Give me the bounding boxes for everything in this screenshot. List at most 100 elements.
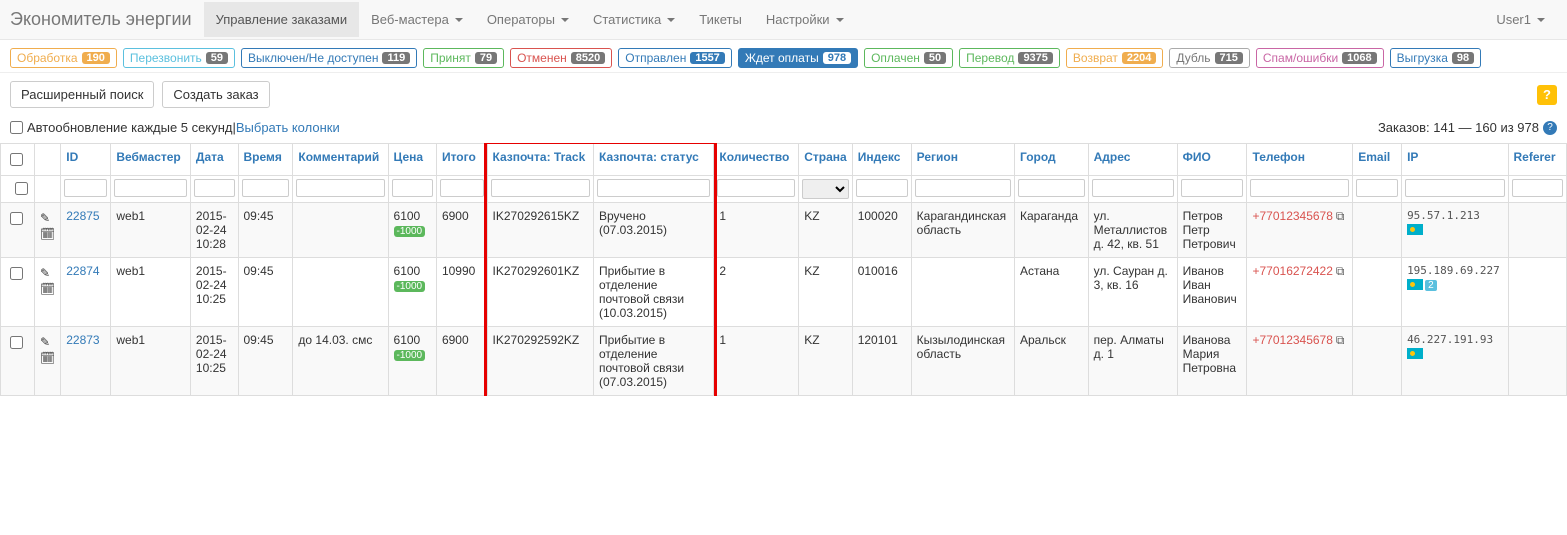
status-pill[interactable]: Принят79 bbox=[423, 48, 504, 68]
filter-input[interactable] bbox=[114, 179, 187, 197]
filter-input[interactable] bbox=[1092, 179, 1174, 197]
copy-icon[interactable]: ⧉ bbox=[1336, 209, 1345, 223]
filter-input[interactable] bbox=[1405, 179, 1504, 197]
column-header[interactable]: Страна bbox=[799, 144, 852, 176]
status-bar: Обработка190 Перезвонить59 Выключен/Не дос… bbox=[0, 40, 1567, 73]
cell-index: 100020 bbox=[852, 203, 911, 258]
header-checkbox[interactable] bbox=[8, 182, 35, 195]
status-pill-count: 978 bbox=[823, 52, 851, 64]
filter-input[interactable] bbox=[915, 179, 1011, 197]
choose-columns-link[interactable]: Выбрать колонки bbox=[236, 120, 340, 135]
status-pill[interactable]: Оплачен50 bbox=[864, 48, 953, 68]
column-header[interactable]: ФИО bbox=[1177, 144, 1247, 176]
edit-icon[interactable]: ✎ bbox=[40, 211, 55, 225]
status-pill[interactable]: Выгрузка98 bbox=[1390, 48, 1481, 68]
filter-input[interactable] bbox=[1181, 179, 1244, 197]
nav-item-label: Настройки bbox=[766, 12, 830, 27]
nav-item[interactable]: Статистика bbox=[581, 2, 687, 37]
nav-item[interactable]: Тикеты bbox=[687, 2, 754, 37]
nav-item[interactable]: Операторы bbox=[475, 2, 581, 37]
flag-icon bbox=[1407, 224, 1423, 235]
order-id-link[interactable]: 22873 bbox=[66, 333, 99, 347]
edit-icon[interactable]: ✎ bbox=[40, 266, 55, 280]
status-pill-count: 8520 bbox=[571, 52, 605, 64]
filter-input[interactable] bbox=[296, 179, 384, 197]
copy-icon[interactable]: ⧉ bbox=[1336, 333, 1345, 347]
status-pill[interactable]: Выключен/Не доступен119 bbox=[241, 48, 417, 68]
column-header[interactable]: Дата bbox=[190, 144, 238, 176]
filter-input[interactable] bbox=[1018, 179, 1085, 197]
filter-input[interactable] bbox=[194, 179, 235, 197]
phone-link[interactable]: +77016272422 bbox=[1252, 264, 1332, 278]
edit-icon[interactable]: ✎ bbox=[40, 335, 55, 349]
filter-input[interactable] bbox=[491, 179, 590, 197]
autorefresh-checkbox[interactable] bbox=[10, 121, 23, 134]
filter-input[interactable] bbox=[64, 179, 107, 197]
filter-input[interactable] bbox=[1250, 179, 1349, 197]
order-id-link[interactable]: 22874 bbox=[66, 264, 99, 278]
row-checkbox[interactable] bbox=[10, 212, 23, 225]
info-icon[interactable]: ? bbox=[1543, 121, 1557, 135]
column-header[interactable]: Referer bbox=[1508, 144, 1567, 176]
status-pill[interactable]: Перезвонить59 bbox=[123, 48, 235, 68]
order-id-link[interactable]: 22875 bbox=[66, 209, 99, 223]
select-all-checkbox[interactable] bbox=[10, 153, 23, 166]
status-pill[interactable]: Отменен8520 bbox=[510, 48, 612, 68]
status-pill[interactable]: Отправлен1557 bbox=[618, 48, 732, 68]
calendar-icon[interactable]: 🗓 bbox=[40, 282, 55, 296]
column-header[interactable]: Вебмастер bbox=[111, 144, 191, 176]
status-pill-label: Ждет оплаты bbox=[745, 51, 819, 65]
column-header[interactable]: Итого bbox=[436, 144, 487, 176]
filter-input[interactable] bbox=[597, 179, 710, 197]
cell-region: Кызылодинская область bbox=[911, 327, 1014, 396]
column-header[interactable]: Время bbox=[238, 144, 293, 176]
calendar-icon[interactable]: 🗓 bbox=[40, 227, 55, 241]
discount-badge: -1000 bbox=[394, 281, 426, 292]
column-header[interactable]: Индекс bbox=[852, 144, 911, 176]
column-header[interactable]: Цена bbox=[388, 144, 436, 176]
calendar-icon[interactable]: 🗓 bbox=[40, 351, 55, 365]
nav-item[interactable]: Управление заказами bbox=[204, 2, 360, 37]
filter-input[interactable] bbox=[1356, 179, 1398, 197]
column-header[interactable]: Телефон bbox=[1247, 144, 1353, 176]
phone-link[interactable]: +77012345678 bbox=[1252, 333, 1332, 347]
filter-country-select[interactable] bbox=[802, 179, 848, 199]
nav-item[interactable]: Веб-мастера bbox=[359, 2, 475, 37]
ip-text: 195.189.69.227 bbox=[1407, 264, 1502, 277]
filter-input[interactable] bbox=[242, 179, 290, 197]
status-pill[interactable]: Дубль715 bbox=[1169, 48, 1249, 68]
column-header[interactable]: Комментарий bbox=[293, 144, 388, 176]
status-pill-label: Оплачен bbox=[871, 51, 920, 65]
create-order-button[interactable]: Создать заказ bbox=[162, 81, 269, 108]
help-icon[interactable]: ? bbox=[1537, 85, 1557, 105]
nav-item[interactable]: Настройки bbox=[754, 2, 856, 37]
column-header[interactable]: Адрес bbox=[1088, 144, 1177, 176]
row-checkbox[interactable] bbox=[10, 267, 23, 280]
row-checkbox[interactable] bbox=[10, 336, 23, 349]
filter-cell bbox=[1088, 176, 1177, 203]
status-pill[interactable]: Возврат2204 bbox=[1066, 48, 1163, 68]
column-header[interactable]: Количество bbox=[714, 144, 799, 176]
filter-input[interactable] bbox=[1512, 179, 1564, 197]
column-header[interactable]: Казпочта: статус bbox=[593, 144, 713, 176]
phone-link[interactable]: +77012345678 bbox=[1252, 209, 1332, 223]
filter-input[interactable] bbox=[856, 179, 908, 197]
filter-input[interactable] bbox=[717, 179, 795, 197]
status-pill[interactable]: Спам/ошибки1068 bbox=[1256, 48, 1384, 68]
filter-cell bbox=[593, 176, 713, 203]
column-header[interactable]: Email bbox=[1353, 144, 1402, 176]
user-menu[interactable]: User1 bbox=[1484, 2, 1557, 37]
column-header[interactable]: Казпочта: Track bbox=[487, 144, 593, 176]
filter-input[interactable] bbox=[440, 179, 484, 197]
column-header[interactable]: Город bbox=[1014, 144, 1088, 176]
column-header[interactable]: IP bbox=[1402, 144, 1508, 176]
advanced-search-button[interactable]: Расширенный поиск bbox=[10, 81, 154, 108]
status-pill-label: Обработка bbox=[17, 51, 78, 65]
copy-icon[interactable]: ⧉ bbox=[1336, 264, 1345, 278]
status-pill[interactable]: Обработка190 bbox=[10, 48, 117, 68]
status-pill[interactable]: Перевод9375 bbox=[959, 48, 1060, 68]
column-header[interactable]: ID bbox=[61, 144, 111, 176]
filter-input[interactable] bbox=[392, 179, 433, 197]
status-pill[interactable]: Ждет оплаты 978 bbox=[738, 48, 858, 68]
column-header[interactable]: Регион bbox=[911, 144, 1014, 176]
